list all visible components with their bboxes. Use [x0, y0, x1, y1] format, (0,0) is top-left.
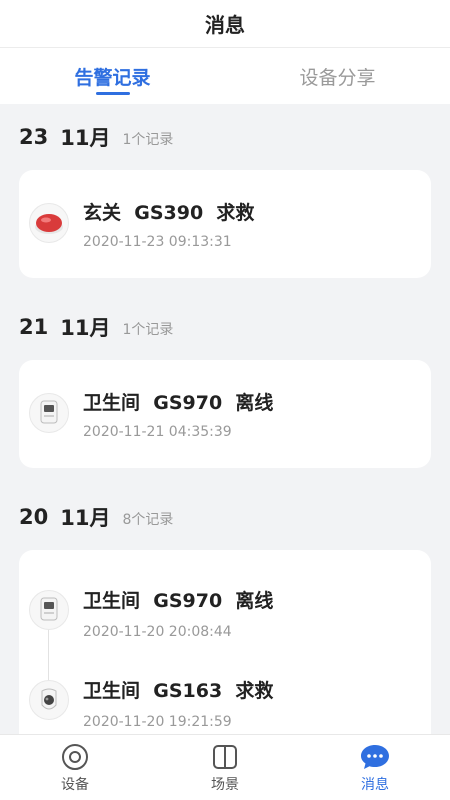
- list-item[interactable]: 卫生间 GS970 离线 2020-11-20 20:08:44: [19, 570, 431, 660]
- date-header: 21 11月 1个记录: [0, 294, 450, 360]
- tab-alarm-records-label: 告警记录: [74, 66, 151, 89]
- tabbar-item-message[interactable]: 消息: [300, 735, 450, 800]
- tabbar-label: 场景: [211, 776, 239, 793]
- date-day: 20: [19, 505, 49, 529]
- tab-device-share[interactable]: 设备分享: [225, 48, 450, 104]
- device-icon: [59, 742, 91, 772]
- date-day: 21: [19, 315, 49, 339]
- record-count: 1个记录: [122, 132, 174, 148]
- header: 消息: [0, 0, 450, 48]
- tab-alarm-records[interactable]: 告警记录: [0, 48, 225, 104]
- record-time: 2020-11-23 09:13:31: [83, 234, 232, 250]
- tab-bar-top: 告警记录 设备分享: [0, 48, 450, 104]
- tab-active-indicator: [95, 92, 130, 95]
- message-icon: [359, 742, 391, 772]
- page-title: 消息: [205, 13, 245, 37]
- tabbar-label: 设备: [61, 776, 89, 793]
- date-header: 20 11月 8个记录: [0, 484, 450, 550]
- record-time: 2020-11-21 04:35:39: [83, 424, 232, 440]
- tabbar-label: 消息: [361, 776, 389, 793]
- date-month: 11月: [60, 316, 111, 340]
- record-card[interactable]: 卫生间 GS970 离线 2020-11-21 04:35:39: [19, 360, 431, 468]
- list-item[interactable]: 卫生间 GS970 离线 2020-11-21 04:35:39: [19, 360, 431, 468]
- date-month: 11月: [60, 126, 111, 150]
- device-sensor-icon: [29, 393, 69, 433]
- record-card[interactable]: 卫生间 GS970 离线 2020-11-20 20:08:44 卫生间 GS1…: [19, 550, 431, 734]
- date-day: 23: [19, 125, 49, 149]
- list-item[interactable]: 卫生间 GS163 求救 2020-11-20 19:21:59: [19, 660, 431, 734]
- bottom-tab-bar: 设备 场景 消息: [0, 734, 450, 800]
- records-list[interactable]: 23 11月 1个记录 玄关 GS390 求救 2020-11-23 09:13…: [0, 104, 450, 734]
- tabbar-item-scene[interactable]: 场景: [150, 735, 300, 800]
- record-time: 2020-11-20 20:08:44: [83, 624, 232, 640]
- device-sensor-icon: [29, 590, 69, 630]
- tabbar-item-device[interactable]: 设备: [0, 735, 150, 800]
- record-count: 1个记录: [122, 322, 174, 338]
- record-title: 卫生间 GS970 离线: [83, 392, 274, 414]
- record-count: 8个记录: [122, 512, 174, 528]
- date-header: 23 11月 1个记录: [0, 104, 450, 170]
- record-card[interactable]: 玄关 GS390 求救 2020-11-23 09:13:31: [19, 170, 431, 278]
- scene-icon: [209, 742, 241, 772]
- sos-pendant-icon: [29, 680, 69, 720]
- record-title: 卫生间 GS970 离线: [83, 590, 274, 612]
- record-time: 2020-11-20 19:21:59: [83, 714, 232, 730]
- record-title: 卫生间 GS163 求救: [83, 680, 274, 702]
- list-item[interactable]: 玄关 GS390 求救 2020-11-23 09:13:31: [19, 170, 431, 278]
- date-month: 11月: [60, 506, 111, 530]
- record-title: 玄关 GS390 求救: [83, 202, 255, 224]
- tab-device-share-label: 设备分享: [299, 66, 376, 89]
- red-sos-button-icon: [29, 203, 69, 243]
